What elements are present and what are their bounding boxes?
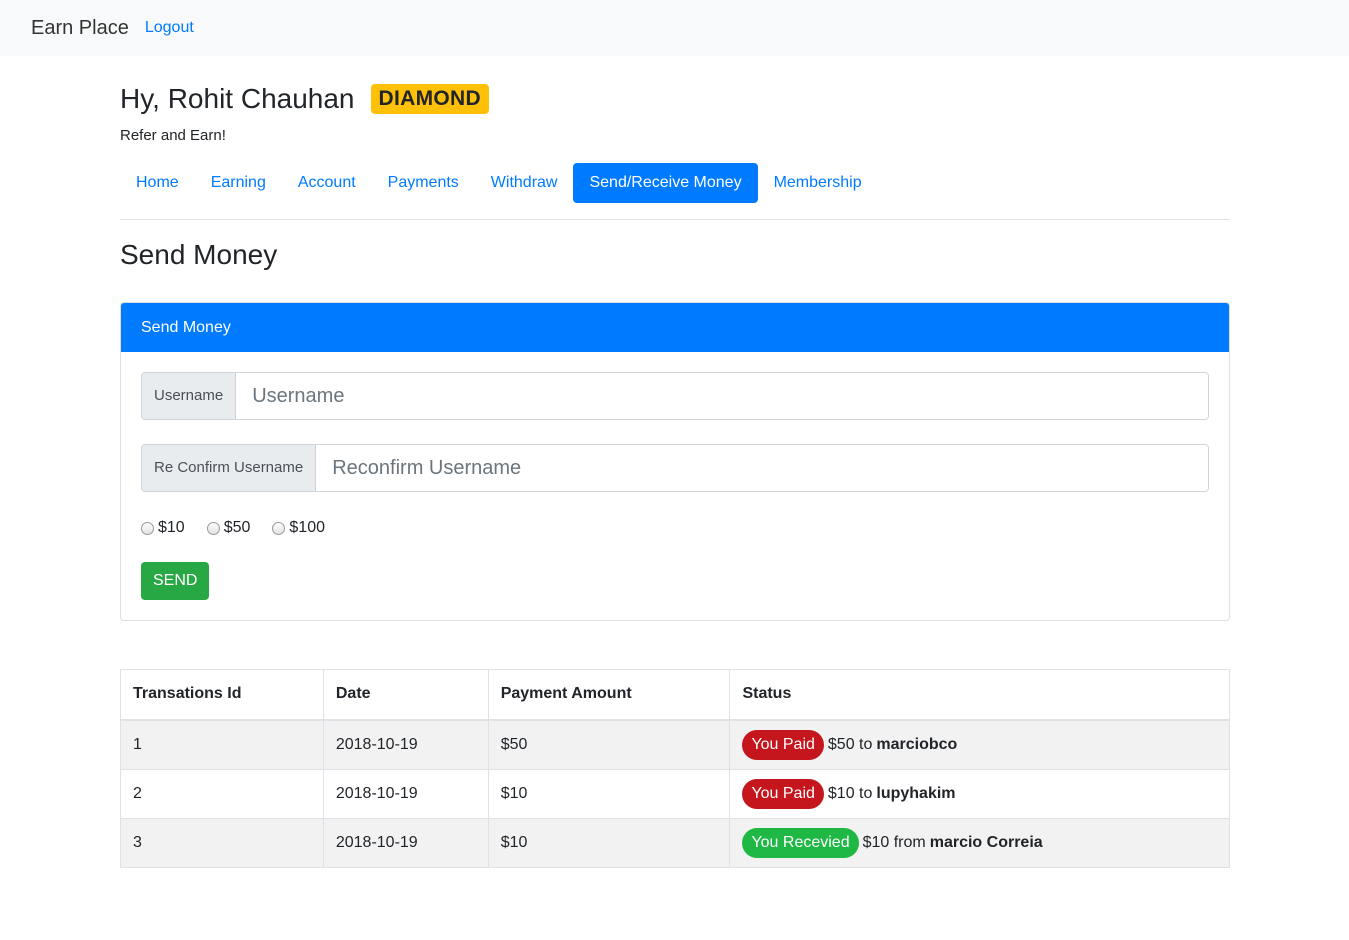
status-detail: $10 to (827, 784, 873, 802)
status-detail: $10 from (862, 833, 926, 851)
navbar: Earn Place Logout (0, 0, 1349, 56)
status-detail: $50 to (827, 735, 873, 753)
table-row: 2 2018-10-19 $10 You Paid $10 to lupyhakim (120, 768, 1230, 819)
card-header: Send Money (121, 303, 1229, 352)
transactions-table: Transations Id Date Payment Amount Statu… (120, 669, 1230, 868)
cell-amount: $10 (487, 768, 731, 819)
status-content: You Recevied $10 from marcio Correia (742, 819, 1217, 867)
status-badge: You Paid (742, 778, 824, 809)
membership-badge: DIAMOND (370, 84, 489, 114)
cell-id: 1 (120, 719, 324, 770)
confirm-username-input[interactable] (316, 445, 1208, 491)
nav-tabs: Home Earning Account Payments Withdraw Send/R… (120, 163, 1230, 203)
brand-logo[interactable]: Earn Place (31, 17, 129, 40)
user-greeting: Hy, Rohit Chauhan (120, 83, 355, 114)
cell-status: You Recevied $10 from marcio Correia (729, 817, 1230, 868)
amount-label: $10 (158, 519, 185, 536)
cell-date: 2018-10-19 (322, 817, 489, 868)
amount-option[interactable]: $10 (141, 519, 185, 537)
cell-id: 2 (120, 768, 324, 819)
greeting-row: Hy, Rohit Chauhan DIAMOND (120, 83, 1230, 115)
cell-id: 3 (120, 817, 324, 868)
cell-amount: $50 (487, 719, 731, 770)
status-content: You Paid $50 to marciobco (742, 721, 1217, 769)
main-container: Hy, Rohit Chauhan DIAMOND Refer and Earn… (120, 56, 1230, 868)
amount-option[interactable]: $100 (272, 519, 325, 537)
cell-status: You Paid $50 to marciobco (729, 719, 1230, 770)
table-body: 1 2018-10-19 $50 You Paid $50 to marciobco 2 20… (120, 719, 1230, 868)
tab-account[interactable]: Account (282, 163, 372, 203)
confirm-username-label: Re Confirm Username (142, 445, 317, 491)
page-title: Send Money (120, 239, 278, 270)
username-group: Username (141, 372, 1209, 420)
status-badge: You Paid (742, 729, 824, 760)
table-row: 3 2018-10-19 $10 You Recevied $10 from marcio… (120, 817, 1230, 868)
amount-label: $100 (289, 519, 325, 536)
status-content: You Paid $10 to lupyhakim (742, 770, 1217, 818)
cell-date: 2018-10-19 (322, 719, 489, 770)
card-body: Username Re Confirm Username $10$50$100 … (121, 352, 1229, 620)
status-party: marciobco (876, 735, 958, 753)
divider (120, 219, 1230, 220)
status-badge: You Recevied (742, 827, 859, 858)
tab-home[interactable]: Home (120, 163, 195, 203)
tab-earning[interactable]: Earning (195, 163, 282, 203)
tab-membership[interactable]: Membership (758, 163, 878, 203)
subtitle: Refer and Earn! (120, 127, 226, 144)
tab-send-receive-money[interactable]: Send/Receive Money (573, 163, 758, 203)
amount-label: $50 (223, 519, 251, 536)
status-party: marcio Correia (929, 833, 1043, 851)
cell-amount: $10 (487, 817, 731, 868)
radio-button[interactable] (206, 521, 220, 535)
confirm-username-group: Re Confirm Username (141, 444, 1209, 492)
col-header-amount: Payment Amount (487, 669, 731, 721)
col-header-date: Date (322, 669, 489, 721)
cell-date: 2018-10-19 (322, 768, 489, 819)
send-money-card: Send Money Username Re Confirm Username … (120, 302, 1230, 621)
amount-option[interactable]: $50 (206, 519, 251, 537)
send-button[interactable]: SEND (141, 562, 210, 600)
table-header-row: Transations Id Date Payment Amount Statu… (120, 669, 1230, 721)
logout-link[interactable]: Logout (145, 19, 194, 37)
radio-button[interactable] (141, 521, 154, 535)
tab-withdraw[interactable]: Withdraw (475, 163, 574, 203)
radio-button[interactable] (272, 521, 286, 535)
col-header-status: Status (729, 669, 1230, 721)
status-party: lupyhakim (876, 784, 956, 802)
tab-payments[interactable]: Payments (372, 163, 475, 203)
cell-status: You Paid $10 to lupyhakim (729, 768, 1230, 819)
amount-options: $10 $50 $100 (141, 518, 1209, 538)
table-row: 1 2018-10-19 $50 You Paid $50 to marciobco (120, 719, 1230, 770)
username-label: Username (142, 373, 237, 419)
username-input[interactable] (236, 373, 1208, 419)
col-header-id: Transations Id (120, 669, 324, 721)
